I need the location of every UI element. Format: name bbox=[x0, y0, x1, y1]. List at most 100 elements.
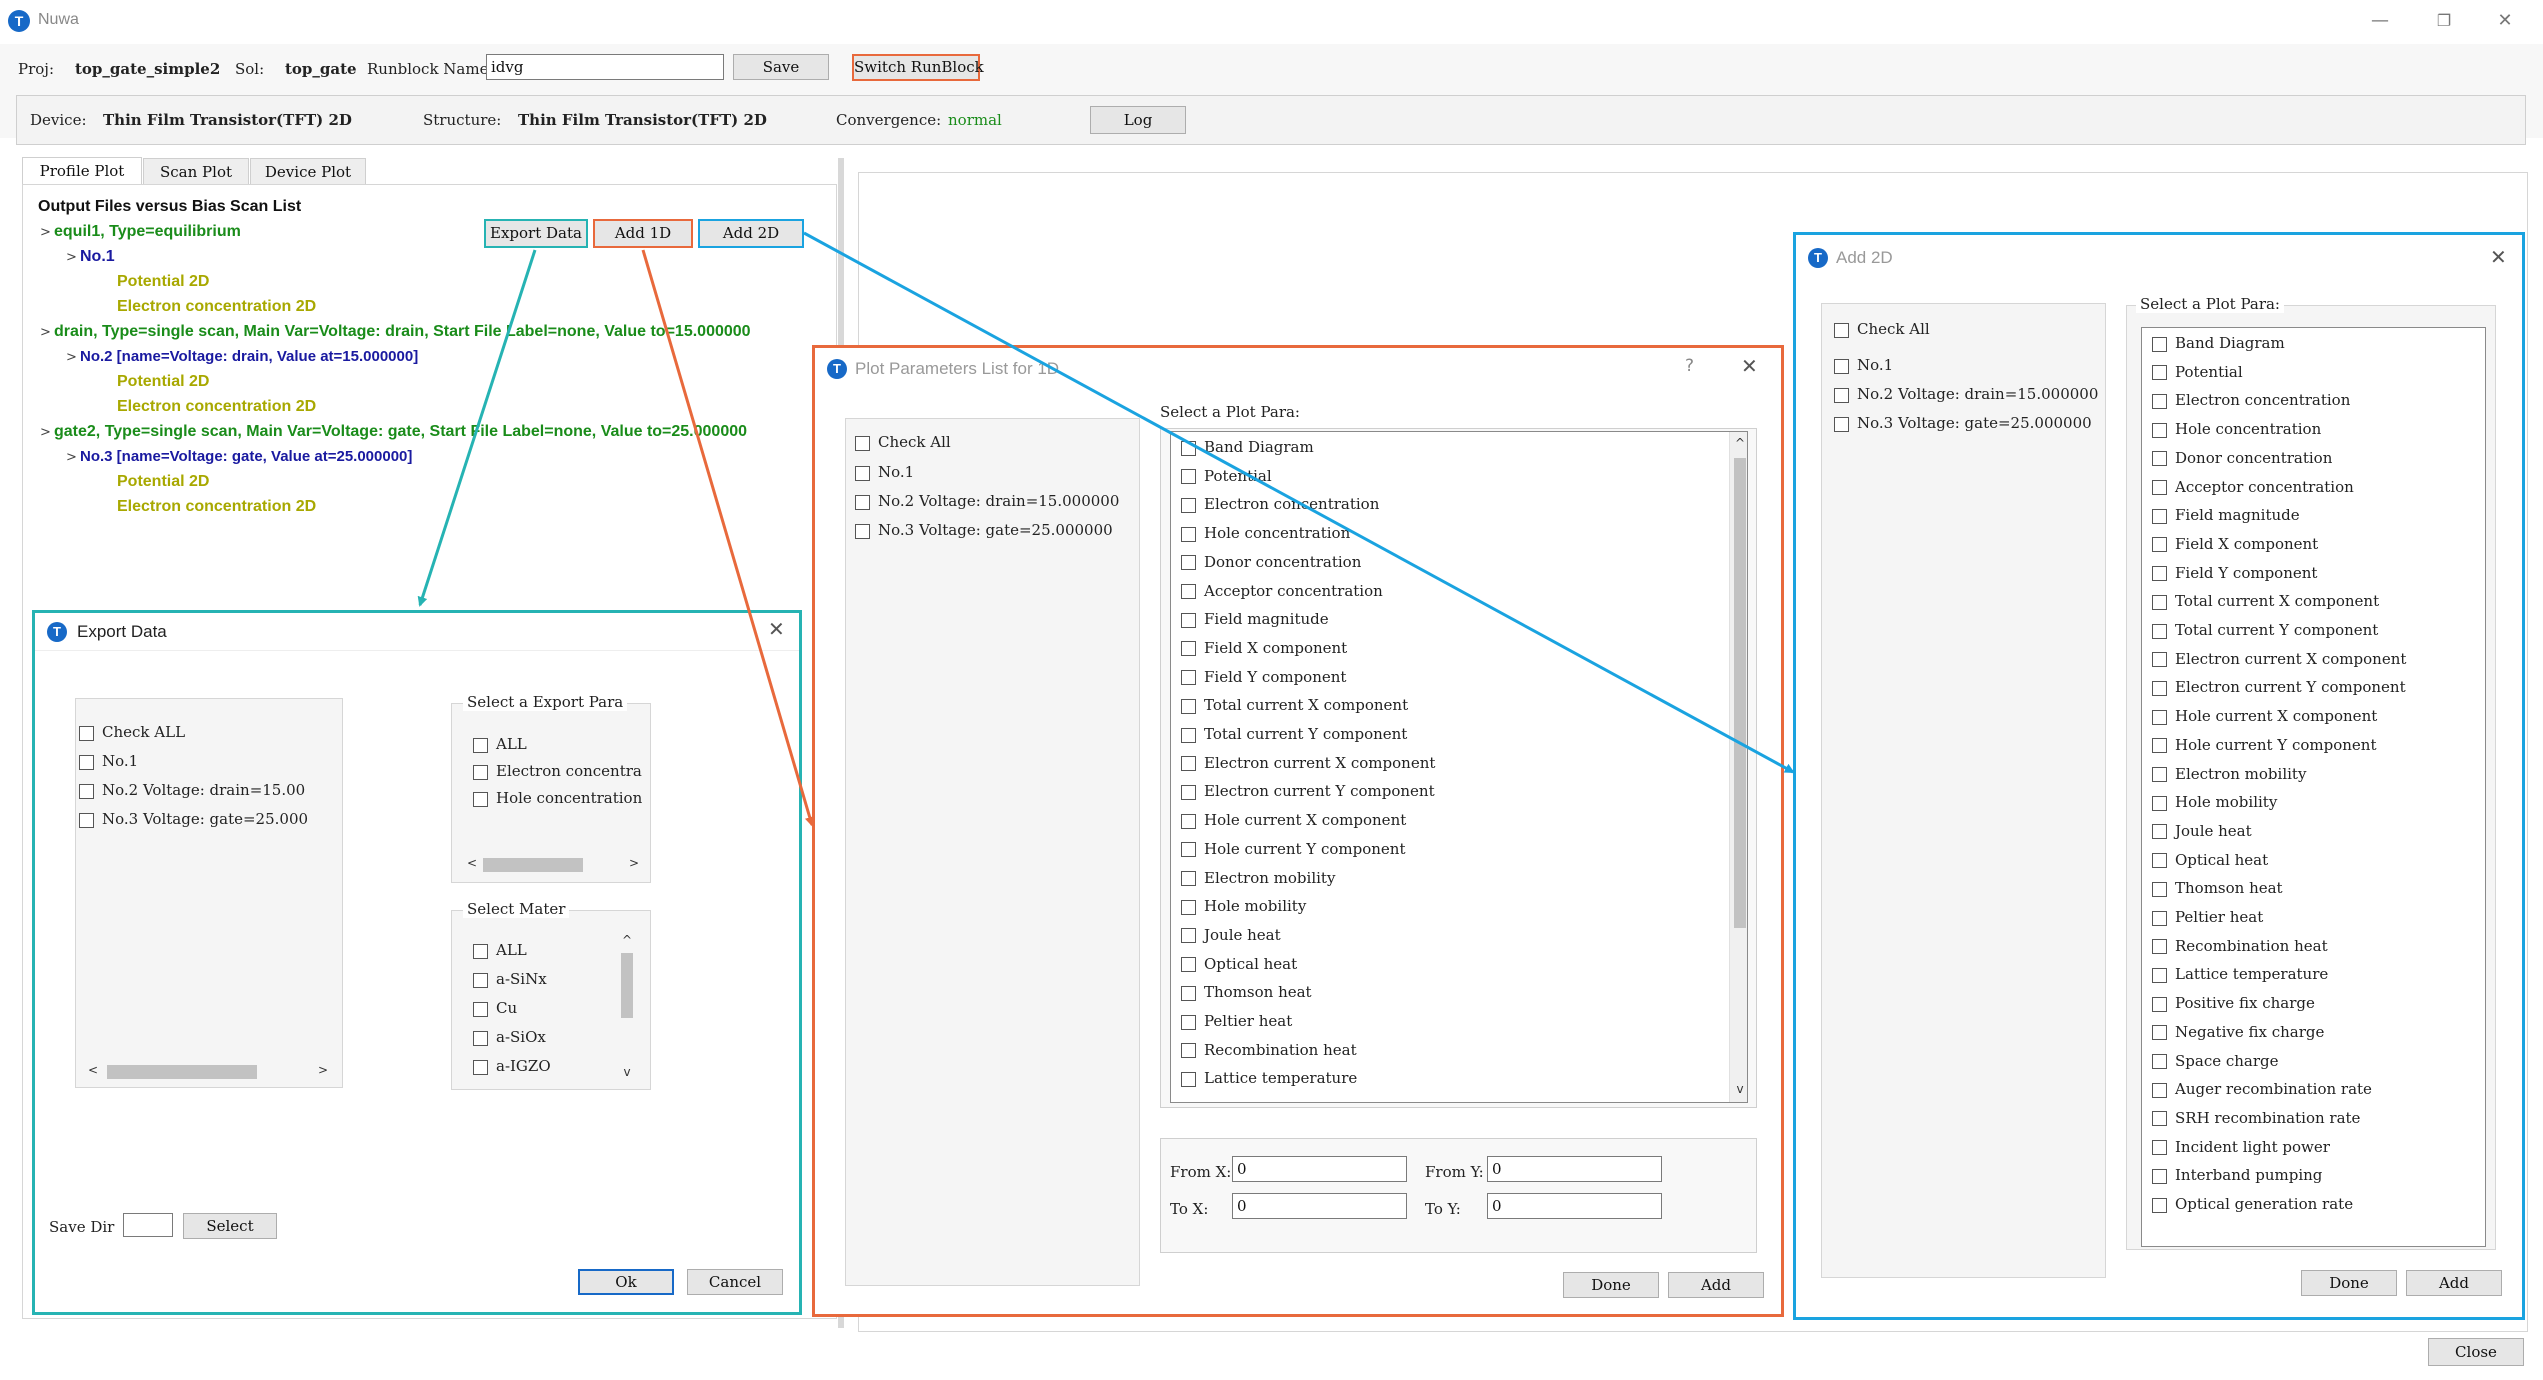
scroll-right-icon[interactable]: > bbox=[315, 1063, 331, 1077]
scroll-left-icon[interactable]: < bbox=[85, 1063, 101, 1077]
checkbox-plot-para[interactable]: Recombination heat bbox=[2152, 937, 2328, 955]
checkbox-icon[interactable] bbox=[2152, 1168, 2167, 1184]
checkbox-icon[interactable] bbox=[1181, 497, 1196, 513]
checkbox-icon[interactable] bbox=[2152, 767, 2167, 782]
checkbox-plot-para[interactable]: Electron current X component bbox=[2152, 650, 2406, 668]
checkbox-mater[interactable]: a-SiOx bbox=[473, 1028, 546, 1046]
checkbox-icon[interactable] bbox=[1181, 526, 1196, 542]
restore-button[interactable]: ❐ bbox=[2424, 6, 2464, 36]
checkbox-plot-para[interactable]: Space charge bbox=[2152, 1052, 2279, 1070]
checkbox-plot-para[interactable]: Potential bbox=[1181, 467, 1272, 485]
chevron-right-icon[interactable]: > bbox=[40, 325, 54, 340]
add-button[interactable]: Add bbox=[2406, 1270, 2502, 1296]
add-1d-button[interactable]: Add 1D bbox=[593, 219, 693, 248]
checkbox-plot-para[interactable]: Lattice temperature bbox=[2152, 965, 2328, 983]
chevron-right-icon[interactable]: > bbox=[66, 250, 80, 265]
add-button[interactable]: Add bbox=[1668, 1272, 1764, 1298]
checkbox-file[interactable]: No.1 bbox=[79, 752, 138, 770]
checkbox-plot-para[interactable]: Optical generation rate bbox=[2152, 1195, 2353, 1213]
checkbox-icon[interactable] bbox=[1181, 1071, 1196, 1087]
checkbox-plot-para[interactable]: Potential bbox=[2152, 363, 2243, 381]
checkbox-plot-para[interactable]: Band Diagram bbox=[1181, 438, 1314, 456]
checkbox-mater[interactable]: ALL bbox=[473, 941, 527, 959]
checkbox-icon[interactable] bbox=[2152, 652, 2167, 668]
checkbox-icon[interactable] bbox=[1181, 440, 1196, 456]
checkbox-plot-para[interactable]: Electron current Y component bbox=[1181, 782, 1435, 800]
checkbox-icon[interactable] bbox=[1181, 727, 1196, 743]
checkbox-plot-para[interactable]: Optical heat bbox=[2152, 851, 2268, 869]
checkbox-icon[interactable] bbox=[2152, 1082, 2167, 1098]
checkbox-icon[interactable] bbox=[2152, 853, 2167, 869]
checkbox-plot-para[interactable]: Electron mobility bbox=[2152, 765, 2306, 783]
checkbox-file[interactable]: No.3 Voltage: gate=25.000000 bbox=[855, 521, 1113, 539]
checkbox-plot-para[interactable]: SRH recombination rate bbox=[2152, 1109, 2360, 1127]
checkbox-check-all[interactable]: Check All bbox=[1834, 320, 1930, 338]
tree-leaf-electron[interactable]: Electron concentration 2D bbox=[117, 398, 316, 416]
vertical-scrollbar[interactable]: ^ v bbox=[1729, 432, 1747, 1102]
checkbox-plot-para[interactable]: Thomson heat bbox=[1181, 983, 1312, 1001]
done-button[interactable]: Done bbox=[2301, 1270, 2397, 1296]
tree-leaf-potential[interactable]: Potential 2D bbox=[117, 373, 209, 391]
from-y-input[interactable]: 0 bbox=[1487, 1156, 1662, 1182]
vertical-scrollbar[interactable]: ^ v bbox=[618, 933, 636, 1083]
scroll-thumb[interactable] bbox=[107, 1065, 257, 1079]
help-icon[interactable]: ? bbox=[1685, 356, 1694, 376]
checkbox-plot-para[interactable]: Thomson heat bbox=[2152, 879, 2283, 897]
checkbox-icon[interactable] bbox=[1181, 985, 1196, 1001]
done-button[interactable]: Done bbox=[1563, 1272, 1659, 1298]
switch-runblock-button[interactable]: Switch RunBlock bbox=[852, 54, 984, 81]
checkbox-plot-para[interactable]: Total current X component bbox=[2152, 592, 2379, 610]
checkbox-icon[interactable] bbox=[2152, 1197, 2167, 1213]
checkbox-plot-para[interactable]: Optical heat bbox=[1181, 955, 1297, 973]
checkbox-icon[interactable] bbox=[1181, 670, 1196, 686]
checkbox-plot-para[interactable]: Electron concentration bbox=[2152, 391, 2350, 409]
to-x-input[interactable]: 0 bbox=[1232, 1193, 1407, 1219]
checkbox-plot-para[interactable]: Incident light power bbox=[2152, 1138, 2330, 1156]
checkbox-file[interactable]: No.1 bbox=[1834, 356, 1893, 374]
checkbox-icon[interactable] bbox=[1181, 584, 1196, 599]
checkbox-icon[interactable] bbox=[1181, 842, 1196, 858]
checkbox-plot-para[interactable]: Field magnitude bbox=[1181, 610, 1329, 628]
checkbox-icon[interactable] bbox=[2152, 996, 2167, 1012]
checkbox-plot-para[interactable]: Hole mobility bbox=[1181, 897, 1306, 915]
minimize-button[interactable]: — bbox=[2360, 6, 2400, 36]
checkbox-file[interactable]: No.2 Voltage: drain=15.000000 bbox=[855, 492, 1119, 510]
runblock-name-input[interactable]: idvg bbox=[486, 54, 724, 80]
scroll-down-icon[interactable]: v bbox=[1730, 1082, 1747, 1096]
checkbox-icon[interactable] bbox=[2152, 824, 2167, 840]
checkbox-icon[interactable] bbox=[2152, 537, 2167, 553]
checkbox-icon[interactable] bbox=[2152, 1025, 2167, 1041]
checkbox-plot-para[interactable]: Total current Y component bbox=[2152, 621, 2378, 639]
to-y-input[interactable]: 0 bbox=[1487, 1193, 1662, 1219]
checkbox-icon[interactable] bbox=[2152, 1111, 2167, 1127]
checkbox-icon[interactable] bbox=[2152, 422, 2167, 438]
checkbox-plot-para[interactable]: Electron concentration bbox=[1181, 495, 1379, 513]
checkbox-icon[interactable] bbox=[2152, 910, 2167, 926]
checkbox-icon[interactable] bbox=[2152, 881, 2167, 897]
checkbox-icon[interactable] bbox=[2152, 480, 2167, 495]
scroll-thumb[interactable] bbox=[483, 858, 583, 872]
checkbox-plot-para[interactable]: Peltier heat bbox=[2152, 908, 2263, 926]
checkbox-plot-para[interactable]: Band Diagram bbox=[2152, 334, 2285, 352]
checkbox-plot-para[interactable]: Joule heat bbox=[1181, 926, 1281, 944]
checkbox-plot-para[interactable]: Hole current X component bbox=[1181, 811, 1406, 829]
checkbox-icon[interactable] bbox=[2152, 939, 2167, 955]
scroll-up-icon[interactable]: ^ bbox=[1730, 436, 1747, 450]
checkbox-icon[interactable] bbox=[1181, 756, 1196, 772]
tab-profile-plot[interactable]: Profile Plot bbox=[22, 157, 142, 185]
tree-leaf-electron[interactable]: Electron concentration 2D bbox=[117, 498, 316, 516]
save-button[interactable]: Save bbox=[733, 54, 829, 80]
close-icon[interactable]: ✕ bbox=[2490, 245, 2507, 269]
checkbox-plot-para[interactable]: Negative fix charge bbox=[2152, 1023, 2324, 1041]
checkbox-plot-para[interactable]: Interband pumping bbox=[2152, 1166, 2322, 1184]
tree-item-no2[interactable]: > No.2 [name=Voltage: drain, Value at=15.… bbox=[66, 348, 418, 365]
checkbox-icon[interactable] bbox=[2152, 709, 2167, 725]
checkbox-plot-para[interactable]: Acceptor concentration bbox=[1181, 582, 1383, 600]
tree-item-no3[interactable]: > No.3 [name=Voltage: gate, Value at=25.0… bbox=[66, 448, 412, 465]
chevron-right-icon[interactable]: > bbox=[66, 450, 80, 465]
checkbox-plot-para[interactable]: Field Y component bbox=[2152, 564, 2317, 582]
checkbox-plot-para[interactable]: Total current Y component bbox=[1181, 725, 1407, 743]
checkbox-plot-para[interactable]: Electron current X component bbox=[1181, 754, 1435, 772]
from-x-input[interactable]: 0 bbox=[1232, 1156, 1407, 1182]
checkbox-plot-para[interactable]: Peltier heat bbox=[1181, 1012, 1292, 1030]
